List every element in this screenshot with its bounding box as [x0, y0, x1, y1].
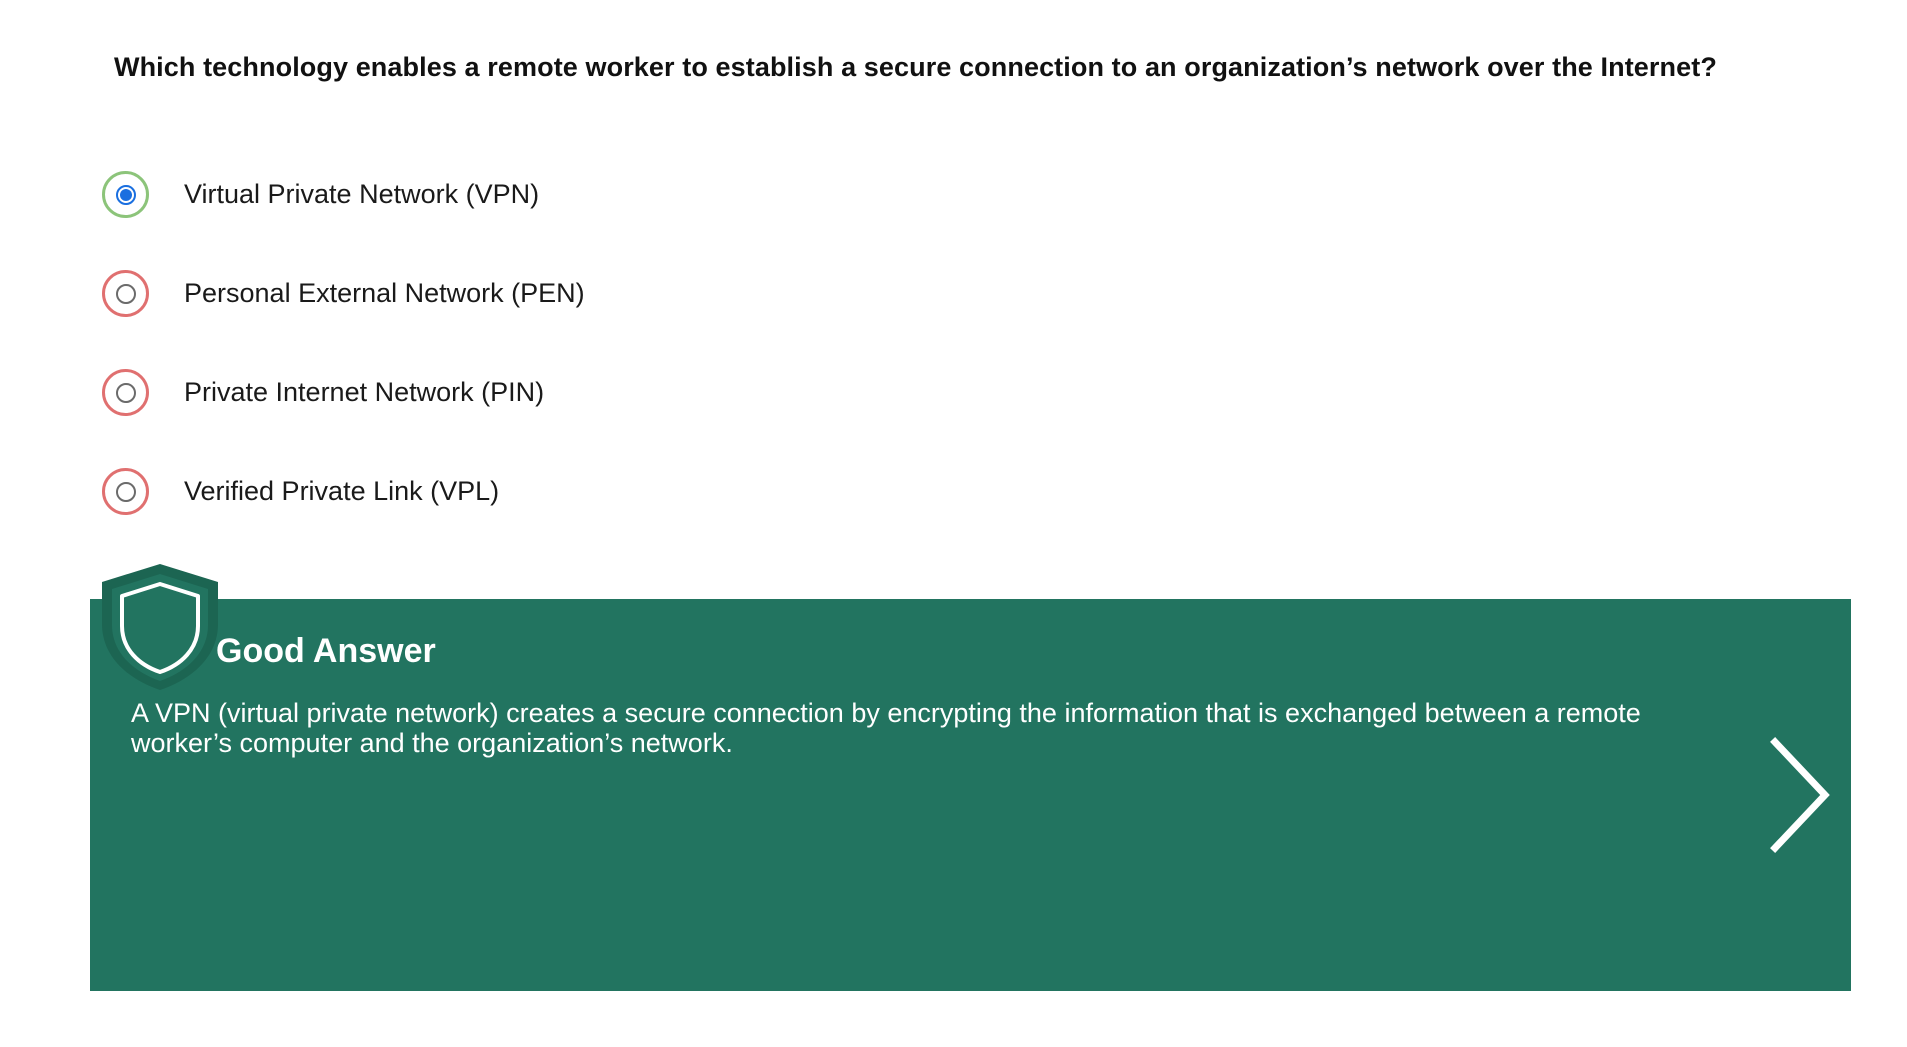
option-pin-radio[interactable] — [115, 382, 136, 403]
incorrect-indicator-ring — [102, 270, 149, 317]
option-vpl-label: Verified Private Link (VPL) — [184, 476, 500, 506]
option-pen[interactable]: Personal External Network (PEN) — [102, 267, 1002, 366]
shield-icon — [102, 564, 218, 690]
option-pen-radio[interactable] — [115, 283, 136, 304]
option-vpn-label: Virtual Private Network (VPN) — [184, 179, 540, 209]
question-text: Which technology enables a remote worker… — [114, 52, 1717, 82]
feedback-explanation: A VPN (virtual private network) creates … — [131, 698, 1641, 758]
answer-options: Virtual Private Network (VPN) Personal E… — [102, 168, 1002, 564]
incorrect-indicator-ring — [102, 369, 149, 416]
option-vpl-radio[interactable] — [115, 481, 136, 502]
option-vpl[interactable]: Verified Private Link (VPL) — [102, 465, 1002, 564]
incorrect-indicator-ring — [102, 468, 149, 515]
option-vpn[interactable]: Virtual Private Network (VPN) — [102, 168, 1002, 267]
option-pin-label: Private Internet Network (PIN) — [184, 377, 545, 407]
option-pen-label: Personal External Network (PEN) — [184, 278, 585, 308]
chevron-right-icon[interactable] — [1760, 730, 1840, 860]
feedback-title: Good Answer — [216, 632, 436, 670]
correct-indicator-ring — [102, 171, 149, 218]
option-vpn-radio[interactable] — [115, 184, 136, 205]
option-pin[interactable]: Private Internet Network (PIN) — [102, 366, 1002, 465]
quiz-page: Which technology enables a remote worker… — [0, 0, 1907, 1047]
